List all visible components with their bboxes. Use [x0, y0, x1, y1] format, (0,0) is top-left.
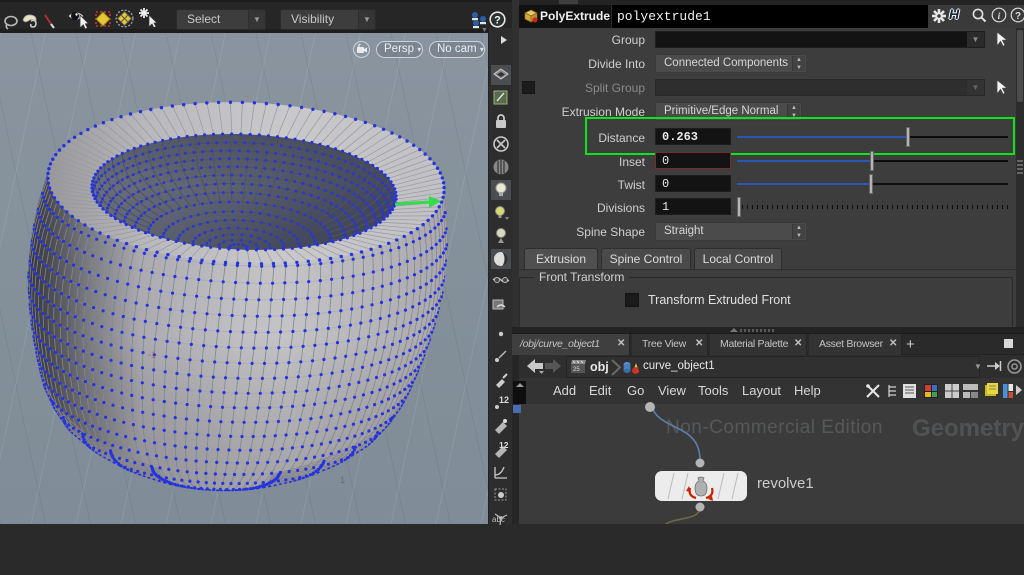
svg-text:?: ?	[494, 14, 501, 26]
svg-text:25: 25	[573, 367, 580, 373]
svg-text:?: ?	[1015, 11, 1021, 22]
svg-text:i: i	[998, 12, 1001, 22]
svg-text:12: 12	[499, 395, 509, 405]
svg-text:12: 12	[499, 440, 509, 450]
